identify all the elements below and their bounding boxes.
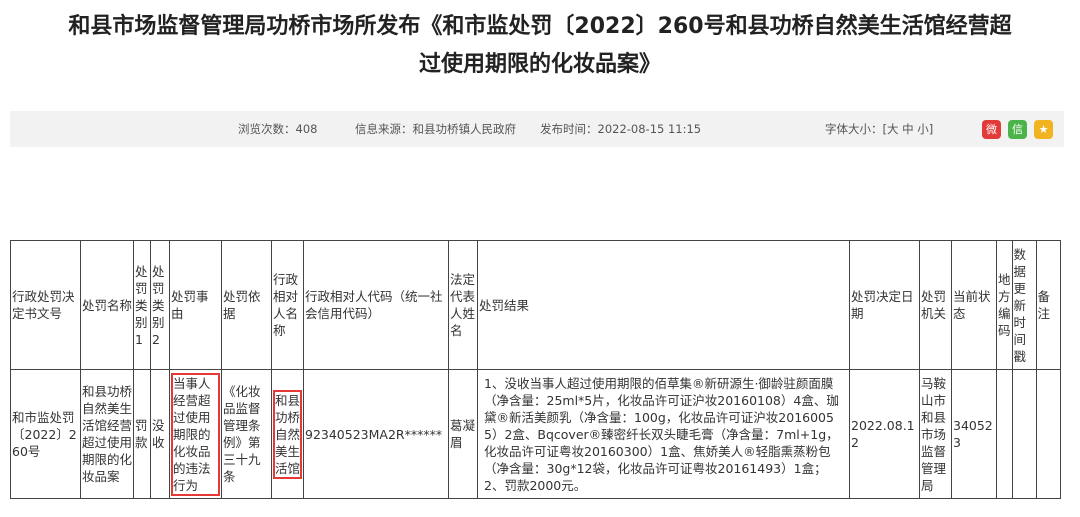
cell-type2: 没收 bbox=[150, 369, 170, 499]
font-size-options[interactable]: [大 中 小] bbox=[883, 122, 934, 136]
header-update-time: 数据更新时间戳 bbox=[1011, 240, 1037, 370]
cell-result: 1、没收当事人超过使用期限的佰草集®新研源生·御龄驻颜面膜（净含量：25ml*5… bbox=[477, 369, 850, 499]
header-authority: 处罚机关 bbox=[919, 240, 952, 370]
header-type1: 处罚类别1 bbox=[133, 240, 151, 370]
cell-type1: 罚款 bbox=[133, 369, 151, 499]
header-status: 当前状态 bbox=[951, 240, 997, 370]
header-case-name: 处罚名称 bbox=[80, 240, 134, 370]
cell-reason: 当事人经营超过使用期限的化妆品的违法行为 bbox=[171, 372, 220, 496]
qzone-share-icon[interactable]: ★ bbox=[1034, 120, 1053, 139]
cell-remark bbox=[1035, 369, 1061, 499]
cell-case-name: 和县功桥自然美生活馆经营超过使用期限的化妆品案 bbox=[80, 369, 134, 499]
page-title-line2: 过使用期限的化妆品案》 bbox=[418, 52, 661, 77]
cell-region-code bbox=[996, 369, 1013, 499]
header-type2: 处罚类别2 bbox=[150, 240, 170, 370]
cell-party-name-wrap: 和县功桥自然美生活馆 bbox=[271, 369, 304, 499]
header-region-code: 地方编码 bbox=[996, 240, 1013, 370]
weibo-share-icon[interactable]: 微 bbox=[982, 120, 1001, 139]
cell-reason-wrap: 当事人经营超过使用期限的化妆品的违法行为 bbox=[169, 369, 222, 499]
header-result: 处罚结果 bbox=[477, 240, 850, 370]
header-reason: 处罚事由 bbox=[169, 240, 222, 370]
penalty-table: 行政处罚决定书文号 处罚名称 处罚类别1 处罚类别2 处罚事由 处罚依据 行政相… bbox=[10, 240, 1061, 499]
header-basis: 处罚依据 bbox=[221, 240, 272, 370]
header-doc-no: 行政处罚决定书文号 bbox=[10, 240, 81, 370]
cell-basis: 《化妆品监督管理条例》第三十九条 bbox=[221, 369, 272, 499]
table-row: 和市监处罚〔2022〕260号 和县功桥自然美生活馆经营超过使用期限的化妆品案 … bbox=[10, 369, 1061, 499]
cell-authority: 马鞍山市和县市场监督管理局 bbox=[919, 369, 952, 499]
cell-decision-date: 2022.08.12 bbox=[849, 369, 920, 499]
info-bar: 浏览次数：408 信息来源：和县功桥镇人民政府 发布时间：2022-08-15 … bbox=[10, 111, 1064, 147]
wechat-share-icon[interactable]: 信 bbox=[1008, 120, 1027, 139]
header-decision-date: 处罚决定日期 bbox=[849, 240, 920, 370]
page-title-line1: 和县市场监督管理局功桥市场所发布《和市监处罚〔2022〕260号和县功桥自然美生… bbox=[68, 14, 1012, 39]
cell-legal-rep: 葛凝眉 bbox=[448, 369, 478, 499]
header-party-code: 行政相对人代码（统一社会信用代码） bbox=[303, 240, 449, 370]
header-party-name: 行政相对人名称 bbox=[271, 240, 304, 370]
info-source: 信息来源：和县功桥镇人民政府 bbox=[355, 122, 516, 136]
cell-doc-no: 和市监处罚〔2022〕260号 bbox=[10, 369, 81, 499]
cell-update-time bbox=[1011, 369, 1037, 499]
table-header-row: 行政处罚决定书文号 处罚名称 处罚类别1 处罚类别2 处罚事由 处罚依据 行政相… bbox=[10, 240, 1061, 370]
cell-party-code: 92340523MA2R****** bbox=[303, 369, 449, 499]
cell-status: 340523 bbox=[951, 369, 997, 499]
publish-time: 发布时间：2022-08-15 11:15 bbox=[540, 122, 702, 136]
cell-party-name: 和县功桥自然美生活馆 bbox=[273, 389, 302, 479]
view-count: 浏览次数：408 bbox=[238, 122, 318, 136]
header-legal-rep: 法定代表人姓名 bbox=[448, 240, 478, 370]
font-size-control: 字体大小：[大 中 小] bbox=[825, 111, 933, 147]
page-title: 和县市场监督管理局功桥市场所发布《和市监处罚〔2022〕260号和县功桥自然美生… bbox=[0, 8, 1080, 84]
header-remark: 备注 bbox=[1035, 240, 1061, 370]
font-size-label: 字体大小： bbox=[825, 122, 883, 136]
